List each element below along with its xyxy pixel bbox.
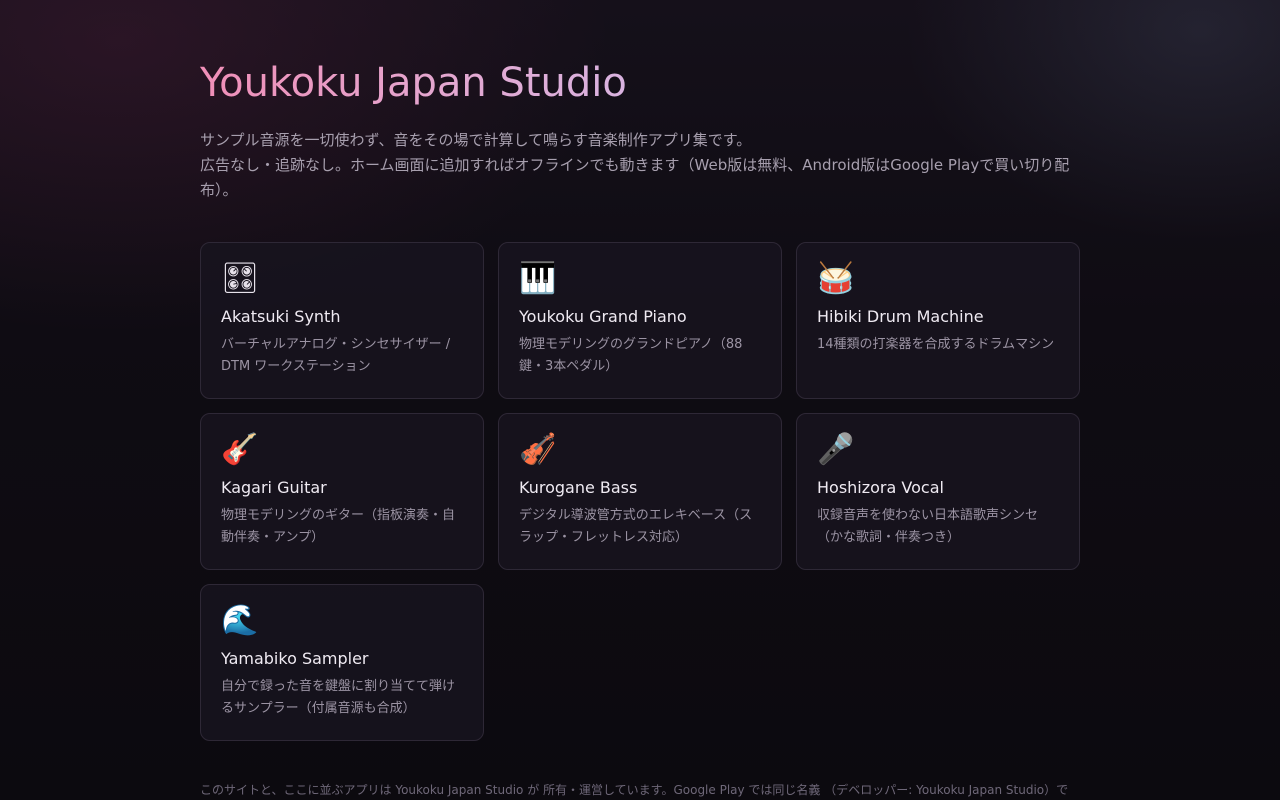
app-grid: 🎛 Akatsuki Synth バーチャルアナログ・シンセサイザー / DTM… [200, 242, 1080, 741]
app-title: Kurogane Bass [519, 478, 638, 497]
app-description: バーチャルアナログ・シンセサイザー / DTM ワークステーション [221, 337, 451, 374]
app-description: 自分で録った音を鍵盤に割り当てて弾けるサンプラー（付属音源も合成） [221, 679, 456, 716]
app-card-hibiki-drum-machine[interactable]: 🥁 Hibiki Drum Machine 14種類の打楽器を合成するドラムマシ… [796, 242, 1080, 399]
app-title: Youkoku Grand Piano [519, 307, 687, 326]
app-description: 物理モデリングのギター（指板演奏・自動伴奏・アンプ） [221, 508, 456, 545]
app-card-hoshizora-vocal[interactable]: 🎤 Hoshizora Vocal 収録音声を使わない日本語歌声シンセ（かな歌詞… [796, 413, 1080, 570]
app-title: Kagari Guitar [221, 478, 327, 497]
violin-icon: 🎻 [519, 432, 557, 467]
app-card-kagari-guitar[interactable]: 🎸 Kagari Guitar 物理モデリングのギター（指板演奏・自動伴奏・アン… [200, 413, 484, 570]
app-title: Yamabiko Sampler [221, 649, 369, 668]
site-title: Youkoku Japan Studio [200, 60, 627, 106]
app-title: Akatsuki Synth [221, 307, 341, 326]
app-card-akatsuki-synth[interactable]: 🎛 Akatsuki Synth バーチャルアナログ・シンセサイザー / DTM… [200, 242, 484, 399]
footer-text: このサイトと、ここに並ぶアプリは Youkoku Japan Studio が … [200, 783, 1069, 797]
app-description: 収録音声を使わない日本語歌声シンセ（かな歌詞・伴奏つき） [817, 508, 1039, 545]
drum-icon: 🥁 [817, 261, 855, 296]
app-description: デジタル導波管方式のエレキベース（スラップ・フレットレス対応） [519, 508, 753, 545]
app-description: 物理モデリングのグランドピアノ（88鍵・3本ペダル） [519, 337, 743, 374]
wave-icon: 🌊 [221, 603, 259, 638]
app-card-yamabiko-sampler[interactable]: 🌊 Yamabiko Sampler 自分で録った音を鍵盤に割り当てて弾けるサン… [200, 584, 484, 741]
control-knobs-icon: 🎛 [221, 261, 260, 296]
app-card-kurogane-bass[interactable]: 🎻 Kurogane Bass デジタル導波管方式のエレキベース（スラップ・フレ… [498, 413, 782, 570]
microphone-icon: 🎤 [817, 432, 855, 467]
intro-line-1: サンプル音源を一切使わず、音をその場で計算して鳴らす音楽制作アプリ集です。 [200, 131, 752, 149]
intro-text: サンプル音源を一切使わず、音をその場で計算して鳴らす音楽制作アプリ集です。 広告… [200, 128, 1080, 203]
piano-keyboard-icon: 🎹 [519, 261, 557, 296]
app-card-youkoku-grand-piano[interactable]: 🎹 Youkoku Grand Piano 物理モデリングのグランドピアノ（88… [498, 242, 782, 399]
app-title: Hoshizora Vocal [817, 478, 944, 497]
intro-line-2: 広告なし・追跡なし。ホーム画面に追加すればオフラインでも動きます（Web版は無料… [200, 156, 1070, 199]
app-description: 14種類の打楽器を合成するドラムマシン [817, 337, 1055, 352]
guitar-icon: 🎸 [221, 432, 259, 467]
app-title: Hibiki Drum Machine [817, 307, 984, 326]
